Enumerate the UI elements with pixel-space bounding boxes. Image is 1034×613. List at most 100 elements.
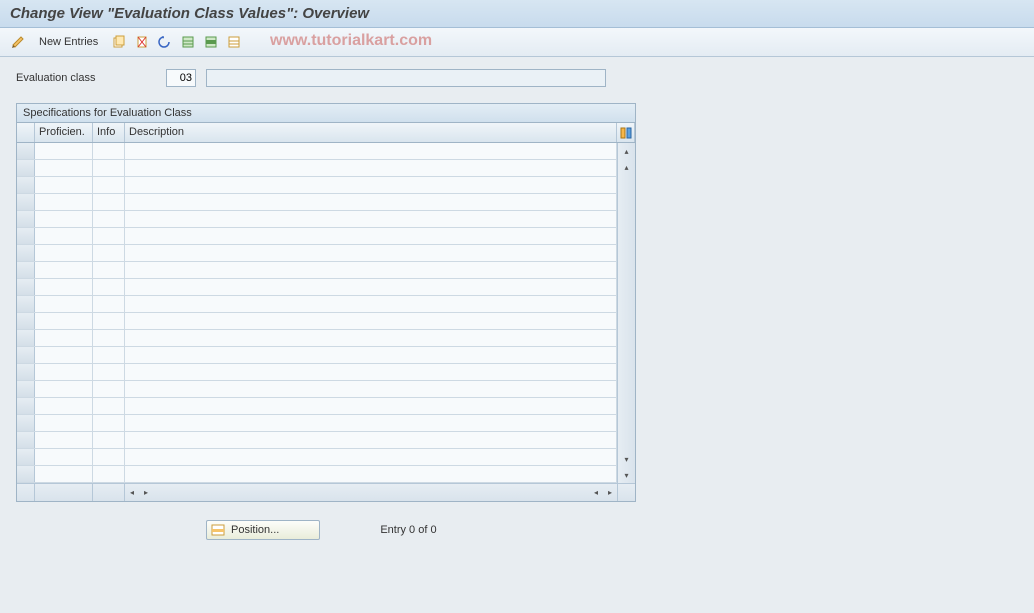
col-select-header[interactable] bbox=[17, 123, 35, 142]
cell-info[interactable] bbox=[93, 177, 125, 193]
cell-info[interactable] bbox=[93, 432, 125, 448]
cell-proficiency[interactable] bbox=[35, 228, 93, 244]
table-row[interactable] bbox=[17, 279, 617, 296]
table-row[interactable] bbox=[17, 228, 617, 245]
cell-info[interactable] bbox=[93, 143, 125, 159]
cell-info[interactable] bbox=[93, 279, 125, 295]
configure-columns-icon[interactable] bbox=[617, 123, 635, 142]
vscroll-track[interactable] bbox=[618, 175, 635, 451]
cell-info[interactable] bbox=[93, 262, 125, 278]
cell-info[interactable] bbox=[93, 398, 125, 414]
cell-proficiency[interactable] bbox=[35, 381, 93, 397]
cell-description[interactable] bbox=[125, 449, 617, 465]
position-button[interactable]: Position... bbox=[206, 520, 320, 540]
scroll-down-icon[interactable]: ▾ bbox=[618, 451, 635, 467]
row-selector[interactable] bbox=[17, 381, 35, 397]
cell-description[interactable] bbox=[125, 194, 617, 210]
select-all-icon[interactable] bbox=[178, 32, 198, 52]
row-selector[interactable] bbox=[17, 262, 35, 278]
row-selector[interactable] bbox=[17, 245, 35, 261]
cell-info[interactable] bbox=[93, 160, 125, 176]
col-proficiency-header[interactable]: Proficien. bbox=[35, 123, 93, 142]
table-row[interactable] bbox=[17, 330, 617, 347]
cell-proficiency[interactable] bbox=[35, 245, 93, 261]
cell-proficiency[interactable] bbox=[35, 364, 93, 380]
cell-description[interactable] bbox=[125, 262, 617, 278]
scroll-right-icon[interactable]: ▸ bbox=[603, 484, 617, 501]
undo-icon[interactable] bbox=[155, 32, 175, 52]
cell-description[interactable] bbox=[125, 381, 617, 397]
cell-description[interactable] bbox=[125, 364, 617, 380]
new-entries-button[interactable]: New Entries bbox=[31, 32, 106, 52]
col-description-header[interactable]: Description bbox=[125, 123, 617, 142]
row-selector[interactable] bbox=[17, 211, 35, 227]
cell-info[interactable] bbox=[93, 449, 125, 465]
row-selector[interactable] bbox=[17, 313, 35, 329]
cell-description[interactable] bbox=[125, 143, 617, 159]
row-selector[interactable] bbox=[17, 177, 35, 193]
cell-description[interactable] bbox=[125, 398, 617, 414]
toggle-edit-icon[interactable] bbox=[8, 32, 28, 52]
cell-info[interactable] bbox=[93, 364, 125, 380]
cell-proficiency[interactable] bbox=[35, 415, 93, 431]
table-row[interactable] bbox=[17, 313, 617, 330]
row-selector[interactable] bbox=[17, 228, 35, 244]
table-row[interactable] bbox=[17, 160, 617, 177]
row-selector[interactable] bbox=[17, 364, 35, 380]
cell-description[interactable] bbox=[125, 160, 617, 176]
vertical-scrollbar[interactable]: ▴ ▴ ▾ ▾ bbox=[617, 143, 635, 483]
table-row[interactable] bbox=[17, 296, 617, 313]
cell-proficiency[interactable] bbox=[35, 143, 93, 159]
cell-description[interactable] bbox=[125, 347, 617, 363]
row-selector[interactable] bbox=[17, 432, 35, 448]
table-row[interactable] bbox=[17, 364, 617, 381]
cell-proficiency[interactable] bbox=[35, 466, 93, 482]
cell-info[interactable] bbox=[93, 347, 125, 363]
scroll-down-page-icon[interactable]: ▾ bbox=[618, 467, 635, 483]
cell-proficiency[interactable] bbox=[35, 432, 93, 448]
cell-info[interactable] bbox=[93, 194, 125, 210]
scroll-up-page-icon[interactable]: ▴ bbox=[618, 143, 635, 159]
cell-description[interactable] bbox=[125, 211, 617, 227]
cell-info[interactable] bbox=[93, 228, 125, 244]
table-row[interactable] bbox=[17, 381, 617, 398]
row-selector[interactable] bbox=[17, 194, 35, 210]
table-row[interactable] bbox=[17, 262, 617, 279]
scroll-left-page-icon[interactable]: ▸ bbox=[139, 484, 153, 501]
table-row[interactable] bbox=[17, 143, 617, 160]
cell-info[interactable] bbox=[93, 296, 125, 312]
select-block-icon[interactable] bbox=[201, 32, 221, 52]
cell-description[interactable] bbox=[125, 432, 617, 448]
row-selector[interactable] bbox=[17, 466, 35, 482]
evaluation-class-code-input[interactable] bbox=[166, 69, 196, 87]
row-selector[interactable] bbox=[17, 160, 35, 176]
cell-description[interactable] bbox=[125, 279, 617, 295]
cell-proficiency[interactable] bbox=[35, 279, 93, 295]
row-selector[interactable] bbox=[17, 449, 35, 465]
cell-proficiency[interactable] bbox=[35, 313, 93, 329]
cell-proficiency[interactable] bbox=[35, 398, 93, 414]
cell-description[interactable] bbox=[125, 177, 617, 193]
cell-proficiency[interactable] bbox=[35, 211, 93, 227]
cell-proficiency[interactable] bbox=[35, 347, 93, 363]
row-selector[interactable] bbox=[17, 143, 35, 159]
scroll-left-icon[interactable]: ◂ bbox=[125, 484, 139, 501]
table-row[interactable] bbox=[17, 449, 617, 466]
table-row[interactable] bbox=[17, 398, 617, 415]
cell-description[interactable] bbox=[125, 415, 617, 431]
cell-proficiency[interactable] bbox=[35, 177, 93, 193]
table-row[interactable] bbox=[17, 211, 617, 228]
cell-info[interactable] bbox=[93, 330, 125, 346]
cell-proficiency[interactable] bbox=[35, 160, 93, 176]
cell-description[interactable] bbox=[125, 330, 617, 346]
cell-description[interactable] bbox=[125, 313, 617, 329]
cell-info[interactable] bbox=[93, 313, 125, 329]
evaluation-class-desc-input[interactable] bbox=[206, 69, 606, 87]
cell-description[interactable] bbox=[125, 466, 617, 482]
copy-icon[interactable] bbox=[109, 32, 129, 52]
table-row[interactable] bbox=[17, 194, 617, 211]
row-selector[interactable] bbox=[17, 398, 35, 414]
delete-icon[interactable] bbox=[132, 32, 152, 52]
deselect-all-icon[interactable] bbox=[224, 32, 244, 52]
cell-info[interactable] bbox=[93, 466, 125, 482]
